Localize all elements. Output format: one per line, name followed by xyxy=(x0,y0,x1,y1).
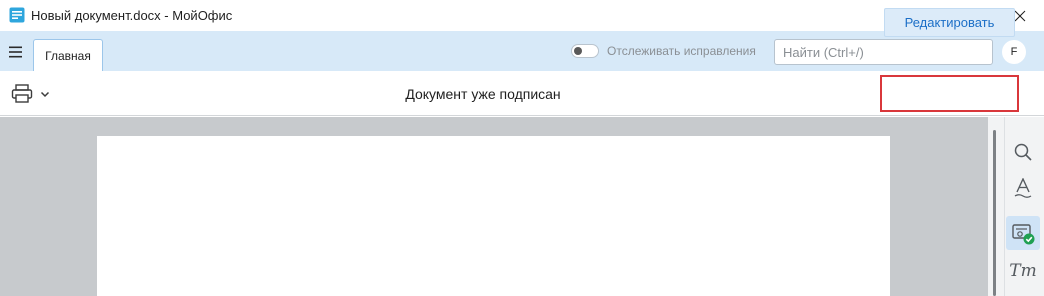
scrollbar-thumb[interactable] xyxy=(993,130,996,296)
side-signature-button[interactable] xyxy=(1006,216,1040,250)
side-paragraph-styles-button[interactable]: Tт xyxy=(1006,254,1040,288)
printer-icon xyxy=(11,84,33,103)
window-title: Новый документ.docx - МойОфис xyxy=(31,8,233,23)
edit-button-highlight xyxy=(880,75,1019,112)
chevron-down-icon xyxy=(40,91,50,98)
ribbon-header: Главная Отслеживать исправления F xyxy=(0,31,1044,72)
track-changes-toggle[interactable] xyxy=(571,44,599,58)
close-icon xyxy=(1014,10,1026,21)
side-search-button[interactable] xyxy=(1006,135,1040,169)
document-app-icon xyxy=(9,7,25,23)
tab-home[interactable]: Главная xyxy=(33,39,103,72)
paragraph-styles-icon: Tт xyxy=(1009,261,1037,281)
text-style-icon xyxy=(1014,178,1032,198)
search-input[interactable] xyxy=(775,40,992,64)
toggle-knob xyxy=(574,47,582,55)
side-text-style-button[interactable] xyxy=(1006,172,1040,206)
document-workspace xyxy=(0,117,988,296)
print-button[interactable] xyxy=(11,84,51,104)
search-icon xyxy=(1014,143,1032,161)
app-window: Новый документ.docx - МойОфис Главная От… xyxy=(0,0,1044,296)
document-page[interactable] xyxy=(97,136,890,296)
info-bar: Документ уже подписан xyxy=(0,71,1044,116)
vertical-scrollbar[interactable] xyxy=(988,117,1004,296)
hamburger-icon[interactable] xyxy=(8,44,24,60)
user-avatar[interactable]: F xyxy=(1002,40,1026,64)
edit-button[interactable]: Редактировать xyxy=(884,8,1015,37)
track-changes-label: Отслеживать исправления xyxy=(607,44,756,58)
signature-certificate-icon xyxy=(1012,224,1035,245)
status-message-text: Документ уже подписан xyxy=(405,86,561,102)
search-box xyxy=(774,39,993,65)
